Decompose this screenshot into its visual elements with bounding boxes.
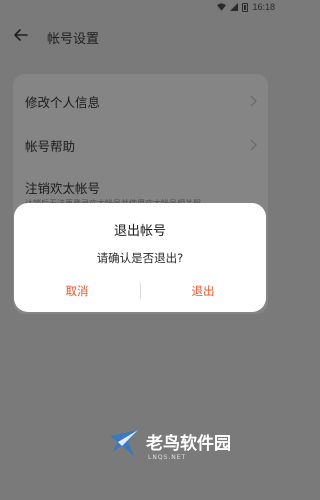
app-bar: 帐号设置 (0, 20, 281, 50)
wifi-icon (217, 3, 227, 11)
logout-confirm-button[interactable]: 退出 (140, 279, 266, 303)
menu-item-edit-profile[interactable]: 修改个人信息 (13, 82, 268, 122)
dialog-message: 请确认是否退出? (96, 251, 184, 265)
menu-item-account-help[interactable]: 帐号帮助 (13, 126, 268, 166)
chevron-right-icon (250, 95, 257, 107)
signal-icon (230, 3, 239, 11)
dialog-title: 退出帐号 (113, 224, 166, 239)
cancel-button[interactable]: 取消 (14, 279, 140, 303)
bird-logo-icon (110, 430, 138, 456)
back-arrow-icon[interactable] (12, 26, 30, 44)
menu-item-label: 注销欢太帐号 (25, 181, 101, 196)
menu-item-label: 帐号帮助 (25, 139, 76, 154)
battery-icon (242, 2, 249, 12)
watermark: 老鸟软件园 LNQS.NET (108, 426, 278, 466)
menu-item-deactivate-account[interactable]: 注销欢太帐号 注销后无法再登录欢太帐号并使用欢太帐号相关服 (13, 168, 268, 208)
status-bar: 16:18 (0, 0, 281, 14)
watermark-subtext: LNQS.NET (148, 454, 187, 461)
watermark-text: 老鸟软件园 (146, 434, 231, 454)
logout-dialog: 退出帐号 请确认是否退出? 取消 退出 (14, 203, 266, 312)
chevron-right-icon (250, 139, 257, 151)
status-time: 16:18 (252, 2, 275, 12)
menu-item-label: 修改个人信息 (25, 95, 101, 110)
page-title: 帐号设置 (47, 32, 100, 47)
